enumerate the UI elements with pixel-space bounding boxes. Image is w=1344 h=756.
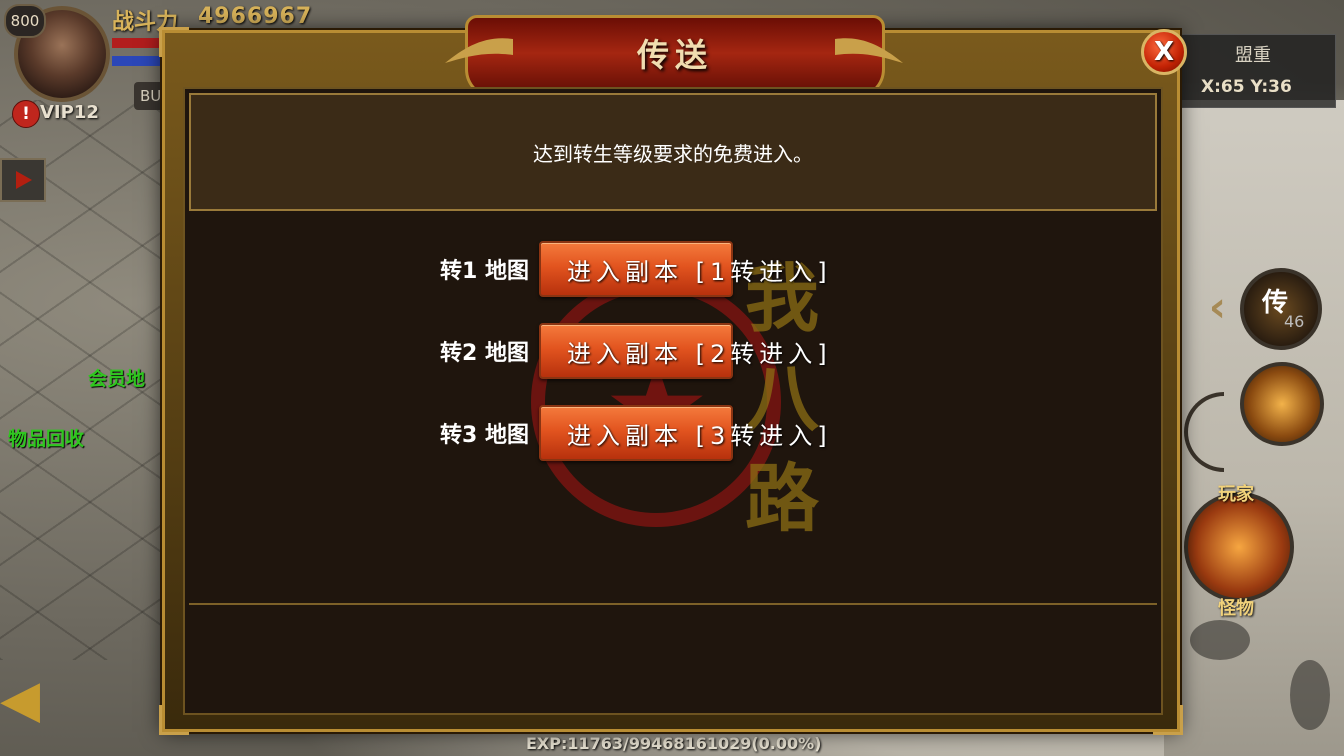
- row-label: 转2 地图: [440, 341, 529, 366]
- enter-dungeon-button-1[interactable]: [539, 241, 733, 297]
- enter-dungeon-button-2[interactable]: [539, 323, 733, 379]
- notice-text: 达到转生等级要求的免费进入。: [533, 141, 813, 166]
- back-arrow-icon[interactable]: ◂: [0, 650, 40, 743]
- play-button[interactable]: [0, 158, 46, 202]
- vip-label[interactable]: VIP12: [40, 102, 99, 123]
- close-icon: X: [1153, 37, 1175, 67]
- teleport-row: 转1 地图 进入副本 [1转进入]: [429, 241, 827, 297]
- row-label: 转1 地图: [440, 259, 529, 284]
- target-switch-button[interactable]: [1184, 492, 1294, 602]
- row-label: 转3 地图: [440, 423, 529, 448]
- ink-splatter: [1290, 660, 1330, 730]
- play-icon: [16, 171, 32, 189]
- chevron-left-icon[interactable]: ‹: [1209, 282, 1226, 331]
- attack-skill-button[interactable]: [1240, 362, 1324, 446]
- watermark-char: 路: [745, 456, 819, 542]
- exp-readout: EXP:11763/99468161029(0.00%): [526, 734, 822, 753]
- header-ornament-icon: [445, 38, 513, 63]
- dialog-body: 达到转生等级要求的免费进入。 ★ 我 八 路 转1 地图 进入副本 [1转进入]…: [183, 87, 1163, 715]
- item-recycle-link[interactable]: 物品回收: [8, 424, 84, 451]
- teleport-row: 转3 地图 进入副本 [3转进入]: [429, 405, 827, 461]
- player-level-badge: 800: [4, 4, 46, 38]
- member-map-link[interactable]: 会员地: [88, 364, 145, 391]
- dialog-title: 传送: [636, 36, 713, 74]
- switch-player-label: 玩家: [1218, 484, 1254, 505]
- watermark-char: 八: [745, 356, 819, 442]
- watermark-char: 我: [745, 256, 819, 342]
- alert-icon[interactable]: !: [12, 100, 40, 128]
- close-button[interactable]: X: [1141, 29, 1187, 75]
- teleport-skill-button[interactable]: 传 46: [1240, 268, 1322, 350]
- dialog-corner: [159, 27, 189, 57]
- player-coordinates: X:65 Y:36: [1201, 77, 1292, 97]
- teleport-skill-count: 46: [1284, 312, 1305, 331]
- teleport-dialog: 传送 X 达到转生等级要求的免费进入。 ★ 我 八 路 转1 地图 进入副本 […: [159, 15, 1187, 735]
- switch-monster-label: 怪物: [1218, 598, 1254, 619]
- map-name: 盟重: [1235, 45, 1271, 66]
- ink-splatter: [1190, 620, 1250, 660]
- notice-box: 达到转生等级要求的免费进入。: [189, 93, 1157, 211]
- minimap-panel[interactable]: 盟重 X:65 Y:36: [1174, 34, 1336, 108]
- dialog-divider: [189, 603, 1157, 605]
- teleport-row: 转2 地图 进入副本 [2转进入]: [429, 323, 827, 379]
- enter-dungeon-button-3[interactable]: [539, 405, 733, 461]
- header-ornament-icon: [835, 38, 903, 63]
- power-value: 4966967: [198, 4, 313, 29]
